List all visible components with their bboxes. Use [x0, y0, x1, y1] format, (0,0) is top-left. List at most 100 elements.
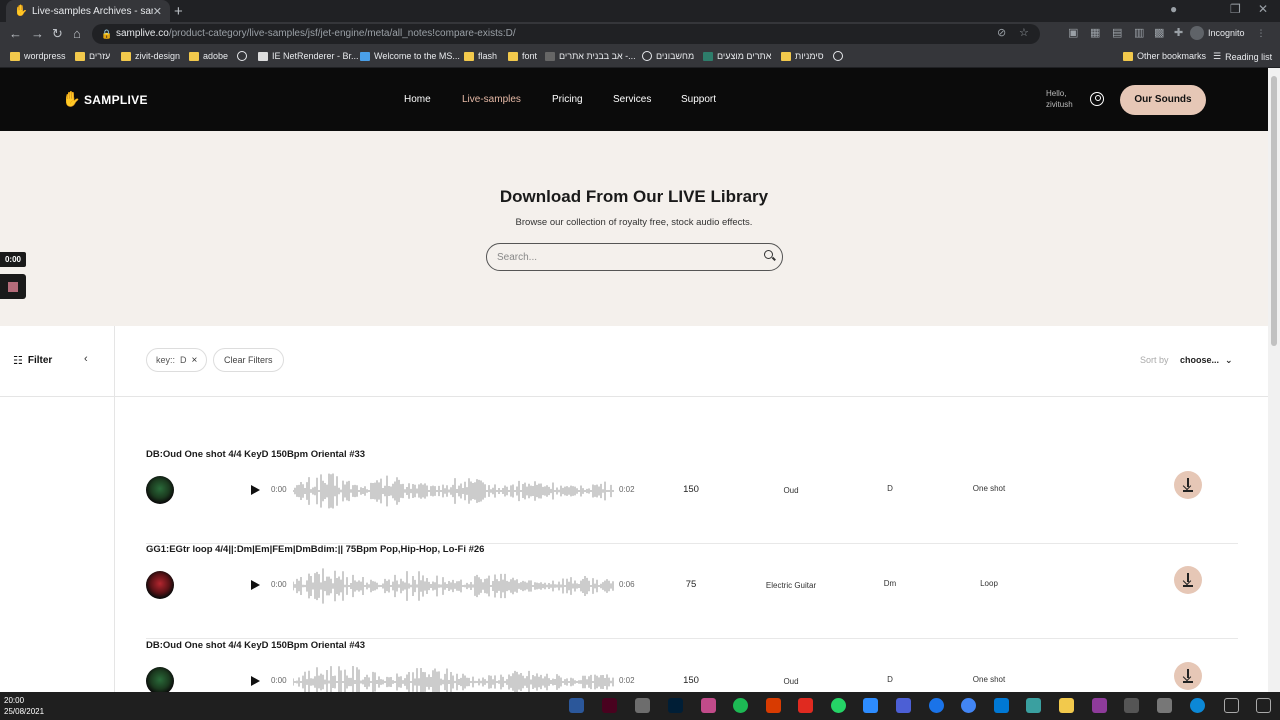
app-icon[interactable]: [929, 698, 944, 713]
forward-icon[interactable]: →: [31, 26, 44, 41]
nav-pricing[interactable]: Pricing: [552, 94, 583, 105]
spotify-icon[interactable]: [733, 698, 748, 713]
extension-icon[interactable]: ▥: [1134, 26, 1144, 39]
chevron-down-icon: ⌄: [1225, 355, 1233, 365]
edge-icon[interactable]: [1190, 698, 1205, 713]
bookmark-item[interactable]: אתרים מוצעים: [703, 51, 771, 61]
active-filter-chip[interactable]: key:: D ×: [146, 348, 208, 372]
duration: 0:02: [619, 485, 635, 494]
app-icon[interactable]: [1026, 698, 1041, 713]
restore-icon[interactable]: ❐: [1230, 2, 1241, 16]
page-title: Download From Our LIVE Library: [499, 187, 769, 206]
more-menu-icon[interactable]: ⋮: [1257, 28, 1266, 39]
bookmark-star-icon[interactable]: ☆: [1019, 26, 1029, 39]
player-stop-button[interactable]: [0, 274, 26, 299]
bookmark-item[interactable]: סימניות: [781, 51, 824, 61]
url-bar[interactable]: 🔒 samplive.co/product-category/live-samp…: [92, 24, 1040, 44]
reload-icon[interactable]: ↻: [52, 26, 63, 42]
other-bookmarks[interactable]: Other bookmarks: [1123, 51, 1206, 61]
bookmark-item[interactable]: אב בבנית אתרים -...: [545, 51, 636, 61]
back-icon[interactable]: ←: [9, 26, 22, 41]
bookmark-item[interactable]: [237, 51, 247, 61]
indesign-icon[interactable]: [602, 698, 617, 713]
download-button[interactable]: [1174, 471, 1202, 499]
close-window-icon[interactable]: ✕: [1258, 2, 1268, 16]
nav-live-samples[interactable]: Live-samples: [462, 94, 521, 105]
play-icon[interactable]: [251, 580, 260, 590]
bookmark-item[interactable]: wordpress: [10, 51, 66, 61]
waveform[interactable]: [293, 566, 615, 606]
calculator-icon[interactable]: [1157, 698, 1172, 713]
play-icon[interactable]: [251, 676, 260, 686]
system-clock[interactable]: 20:00 25/08/2021: [4, 695, 44, 717]
zoom-icon[interactable]: [863, 698, 878, 713]
waveform[interactable]: [293, 471, 615, 511]
search-box: [486, 243, 783, 271]
app-icon[interactable]: [1092, 698, 1107, 713]
search-input[interactable]: [497, 249, 747, 265]
sample-row: DB:Oud One shot 4/4 KeyD 150Bpm Oriental…: [146, 449, 1238, 544]
incognito-indicator[interactable]: Incognito ⋮: [1190, 26, 1266, 40]
app-icon[interactable]: [896, 698, 911, 713]
download-button[interactable]: [1174, 566, 1202, 594]
user-account-icon[interactable]: [1090, 92, 1104, 106]
url-path: /product-category/live-samples/jsf/jet-e…: [168, 28, 516, 39]
sample-title[interactable]: DB:Oud One shot 4/4 KeyD 150Bpm Oriental…: [146, 640, 365, 651]
file-explorer-icon[interactable]: [1059, 698, 1074, 713]
app-icon[interactable]: [766, 698, 781, 713]
play-icon[interactable]: [251, 485, 260, 495]
app-icon[interactable]: [701, 698, 716, 713]
word-icon[interactable]: [569, 698, 584, 713]
page-scrollbar[interactable]: [1268, 68, 1280, 692]
waveform[interactable]: [293, 662, 615, 692]
photoshop-icon[interactable]: [668, 698, 683, 713]
chrome-icon[interactable]: [961, 698, 976, 713]
notifications-icon[interactable]: [1256, 698, 1271, 713]
extension-icon[interactable]: ▩: [1154, 26, 1164, 39]
bookmark-item[interactable]: IE NetRenderer - Br...: [258, 51, 359, 61]
camera-blocked-icon[interactable]: ⊘: [997, 26, 1006, 39]
logo-text: SAMPLIVE: [84, 93, 148, 107]
lock-icon[interactable]: 🔒: [101, 24, 112, 44]
nav-home[interactable]: Home: [404, 94, 431, 105]
bookmark-item[interactable]: adobe: [189, 51, 228, 61]
extensions-puzzle-icon[interactable]: ✚: [1174, 26, 1183, 39]
acrobat-icon[interactable]: [798, 698, 813, 713]
bookmark-item[interactable]: zivit-design: [121, 51, 180, 61]
filter-toggle[interactable]: ☷ Filter: [13, 354, 52, 367]
bookmark-item[interactable]: flash: [464, 51, 497, 61]
extension-icon[interactable]: ▤: [1112, 26, 1122, 39]
chevron-left-icon[interactable]: ‹: [84, 353, 88, 365]
extension-icon[interactable]: ▣: [1068, 26, 1078, 39]
app-icon[interactable]: [994, 698, 1009, 713]
bookmark-item[interactable]: [833, 51, 843, 61]
clear-filters-button[interactable]: Clear Filters: [213, 348, 284, 372]
nav-services[interactable]: Services: [613, 94, 651, 105]
sort-select[interactable]: choose... ⌄: [1180, 355, 1233, 366]
reading-list[interactable]: ☰ Reading list: [1213, 51, 1272, 62]
search-icon[interactable]: [764, 250, 773, 259]
scrollbar-thumb[interactable]: [1271, 76, 1277, 346]
bookmark-item[interactable]: font: [508, 51, 537, 61]
nav-support[interactable]: Support: [681, 94, 716, 105]
our-sounds-button[interactable]: Our Sounds: [1120, 85, 1206, 115]
extension-icon[interactable]: ▦: [1090, 26, 1100, 39]
minimize-icon[interactable]: ●: [1170, 2, 1177, 16]
close-tab-icon[interactable]: ✕: [153, 5, 162, 18]
new-tab-icon[interactable]: +: [174, 3, 183, 20]
sample-title[interactable]: GG1:EGtr loop 4/4||:Dm|Em|FEm|DmBdim:|| …: [146, 544, 484, 555]
site-logo[interactable]: ✋ SAMPLIVE: [62, 92, 148, 108]
bookmark-item[interactable]: עזרים: [75, 51, 110, 61]
home-icon[interactable]: ⌂: [73, 26, 81, 41]
app-icon[interactable]: [635, 698, 650, 713]
sample-title[interactable]: DB:Oud One shot 4/4 KeyD 150Bpm Oriental…: [146, 449, 365, 460]
task-view-icon[interactable]: [1224, 698, 1239, 713]
remove-filter-icon[interactable]: ×: [192, 355, 198, 366]
download-icon: [1183, 585, 1193, 587]
bookmark-item[interactable]: Welcome to the MS...: [360, 51, 460, 61]
bookmark-item[interactable]: מחשבונים: [642, 51, 694, 61]
app-icon[interactable]: [1124, 698, 1139, 713]
browser-tab[interactable]: ✋ Live-samples Archives - samplive ✕: [6, 0, 170, 22]
whatsapp-icon[interactable]: [831, 698, 846, 713]
download-button[interactable]: [1174, 662, 1202, 690]
